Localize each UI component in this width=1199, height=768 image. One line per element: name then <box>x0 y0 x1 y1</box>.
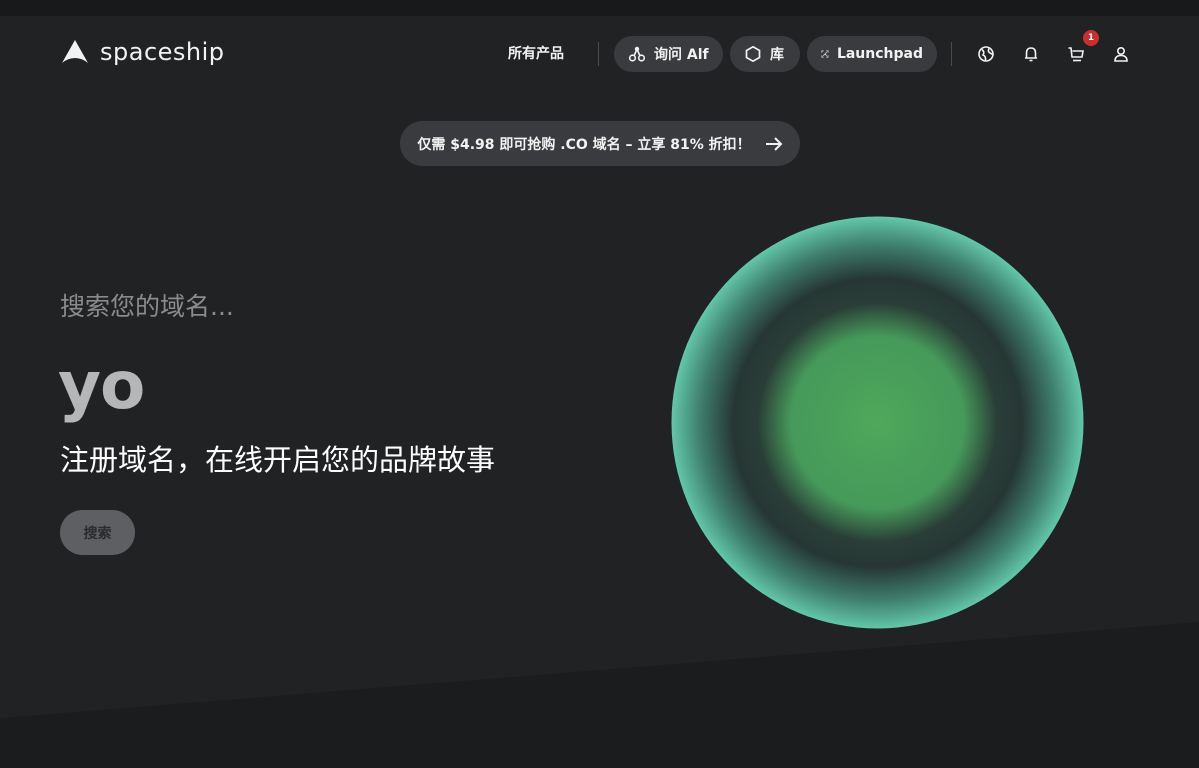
brand-name: spaceship <box>100 38 225 66</box>
globe-icon <box>978 46 994 62</box>
alf-icon <box>628 46 646 62</box>
promo-banner[interactable]: 仅需 $4.98 即可抢购 .CO 域名 – 立享 81% 折扣！ <box>400 121 800 166</box>
page: spaceship 所有产品 询问 Alf 库 Launchpad 1 仅需 $… <box>0 0 1199 768</box>
nav-all-products[interactable]: 所有产品 <box>508 43 564 63</box>
bell-icon <box>1025 47 1037 62</box>
search-input[interactable]: yo <box>58 342 145 430</box>
launchpad-label: Launchpad <box>836 46 923 62</box>
launchpad-button[interactable]: Launchpad <box>807 36 937 72</box>
hero-tagline: 注册域名，在线开启您的品牌故事 <box>60 443 496 477</box>
notifications-button[interactable] <box>1020 43 1042 65</box>
launchpad-icon <box>821 50 829 58</box>
top-strip <box>0 0 1199 16</box>
search-prompt: 搜索您的域名... <box>60 292 234 321</box>
cart-icon <box>1068 47 1084 62</box>
nav-divider-2 <box>951 42 952 66</box>
decorative-orb <box>671 216 1084 629</box>
cart-button[interactable] <box>1065 43 1087 65</box>
hexagon-icon <box>745 45 761 63</box>
ask-alf-label: 询问 Alf <box>654 47 709 63</box>
arrow-right-icon <box>765 136 783 151</box>
cart-count-badge: 1 <box>1083 30 1099 46</box>
promo-text: 仅需 $4.98 即可抢购 .CO 域名 – 立享 81% 折扣！ <box>417 136 751 153</box>
account-button[interactable] <box>1110 43 1132 65</box>
search-button[interactable]: 搜索 <box>60 510 135 555</box>
spaceship-logo-icon <box>62 40 88 63</box>
brand-logo[interactable]: spaceship <box>60 36 225 68</box>
user-icon <box>1114 46 1128 62</box>
library-label: 库 <box>770 47 784 63</box>
library-button[interactable]: 库 <box>730 36 800 72</box>
language-button[interactable] <box>975 43 997 65</box>
ask-alf-button[interactable]: 询问 Alf <box>614 36 723 72</box>
nav-divider <box>598 42 599 66</box>
